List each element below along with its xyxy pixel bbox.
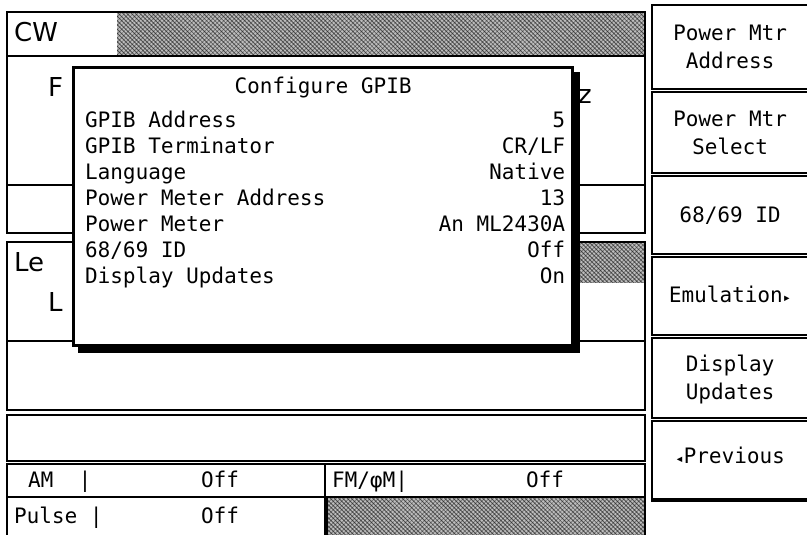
row-power-meter[interactable]: Power Meter An ML2430A	[85, 211, 565, 237]
level-label-fragment: Le	[14, 248, 45, 278]
row-language[interactable]: Language Native	[85, 159, 565, 185]
row-6869-id[interactable]: 68/69 ID Off	[85, 237, 565, 263]
softkey-line2: Address	[685, 49, 775, 73]
pulse-label: Pulse |	[14, 504, 103, 528]
fm-value: Off	[526, 468, 564, 492]
configure-gpib-dialog: Configure GPIB GPIB Address 5 GPIB Termi…	[72, 66, 574, 347]
row-display-updates[interactable]: Display Updates On	[85, 263, 565, 289]
frequency-unit-fragment: z	[578, 80, 592, 110]
pulse-right-fill	[326, 498, 646, 535]
level-sub-fragment: L	[48, 288, 63, 318]
fm-status: FM/φM| Off	[324, 463, 646, 498]
power-mtr-select-softkey[interactable]: Power Mtr Select	[651, 91, 807, 174]
pulse-status: Pulse | Off	[6, 496, 326, 535]
dialog-title: Configure GPIB	[234, 74, 412, 98]
row-label: GPIB Terminator	[85, 134, 275, 158]
submenu-arrow-icon: ▸	[782, 289, 792, 306]
softkey-text: ◂Previous	[675, 442, 785, 473]
row-value: Off	[527, 238, 565, 262]
row-value: On	[539, 264, 565, 288]
softkey-line1: Previous	[683, 444, 785, 468]
row-label: Power Meter Address	[85, 186, 326, 210]
softkey-line2: Select	[692, 134, 768, 159]
row-value: 5	[552, 108, 565, 132]
frequency-label-fragment: F	[48, 73, 63, 103]
am-value: Off	[201, 468, 239, 492]
row-label: Language	[85, 160, 187, 184]
row-label: Power Meter	[85, 212, 225, 236]
row-value: An ML2430A	[438, 212, 565, 236]
6869-id-softkey[interactable]: 68/69 ID	[651, 175, 807, 255]
softkey-line1: Display	[685, 352, 775, 376]
main-display: CW F z Le L AM | Off FM/φM| Off Pulse | …	[0, 0, 651, 535]
row-gpib-terminator[interactable]: GPIB Terminator CR/LF	[85, 133, 565, 159]
row-label: Display Updates	[85, 264, 275, 288]
row-value: Native	[489, 160, 565, 184]
softkey-line1: Emulation	[668, 282, 783, 307]
power-mtr-address-softkey[interactable]: Power Mtr Address	[651, 4, 807, 90]
mode-header-fill	[117, 13, 644, 55]
previous-softkey[interactable]: ◂Previous	[651, 420, 807, 502]
row-label: 68/69 ID	[85, 238, 187, 262]
row-value: CR/LF	[501, 134, 565, 158]
level-header-fill	[574, 243, 644, 283]
row-label: GPIB Address	[85, 108, 237, 132]
display-updates-softkey[interactable]: Display Updates	[651, 337, 807, 419]
softkey-line2: Updates	[685, 380, 775, 404]
mode-label: CW	[14, 18, 58, 48]
empty-row	[6, 414, 646, 462]
softkey-line1: 68/69 ID	[679, 203, 781, 227]
am-label: AM |	[28, 468, 92, 492]
row-gpib-address[interactable]: GPIB Address 5	[85, 107, 565, 133]
am-status: AM | Off	[6, 463, 326, 498]
pulse-value: Off	[201, 504, 239, 528]
back-arrow-icon: ◂	[675, 451, 684, 467]
softkey-text: Emulation▸	[669, 281, 791, 312]
row-value: 13	[539, 186, 565, 210]
softkey-line1: Power Mtr	[673, 21, 787, 45]
emulation-softkey[interactable]: Emulation▸	[651, 256, 807, 336]
row-power-meter-address[interactable]: Power Meter Address 13	[85, 185, 565, 211]
softkey-line1: Power Mtr	[673, 106, 787, 131]
fm-label: FM/φM|	[332, 468, 408, 492]
